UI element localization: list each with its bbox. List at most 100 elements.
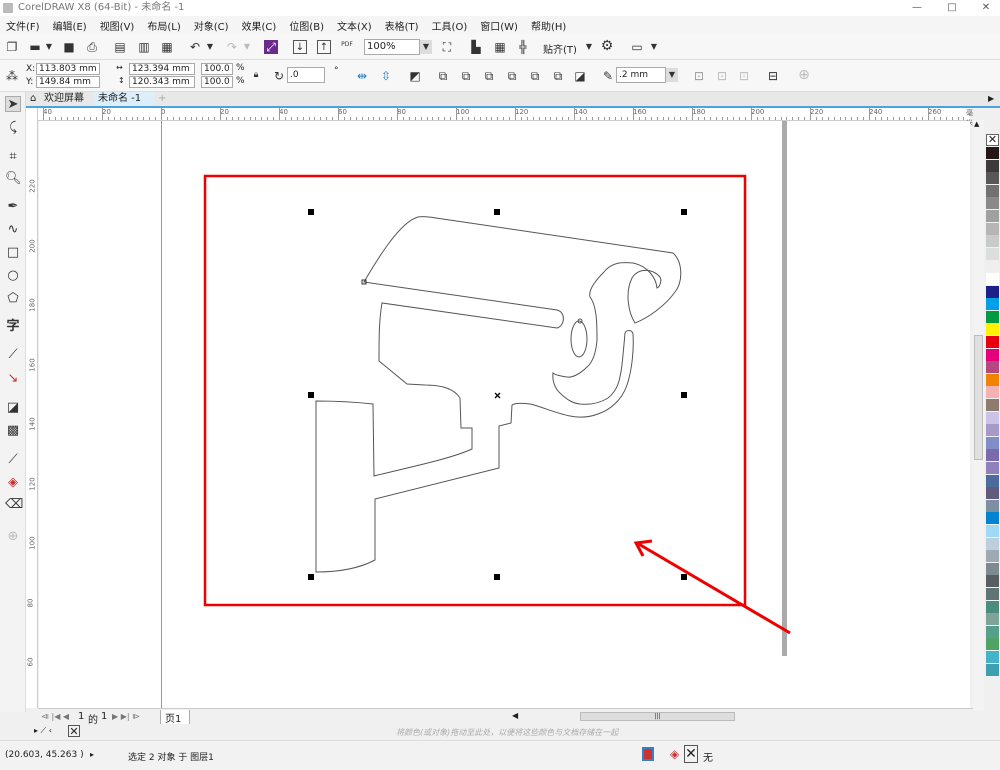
color-swatch[interactable] [986, 147, 999, 159]
menu-tools[interactable]: 工具(O) [432, 18, 468, 33]
eyedropper-icon[interactable]: ⟋ [5, 452, 21, 468]
color-swatch[interactable] [986, 462, 999, 474]
freehand-tool-icon[interactable]: ✒ [5, 199, 21, 215]
page-nav-next-icon[interactable]: ▶ ▶| ⧐ [112, 712, 140, 721]
menu-effects[interactable]: 效果(C) [242, 18, 277, 33]
color-swatch[interactable] [986, 323, 999, 336]
selection-handle[interactable] [308, 574, 314, 580]
chevron-down-icon[interactable]: ▼ [240, 40, 254, 54]
color-swatch[interactable] [986, 411, 999, 424]
rectangle-tool-icon[interactable]: □ [5, 245, 21, 261]
pick-tool-icon[interactable]: ➤ [5, 96, 21, 112]
menu-table[interactable]: 表格(T) [385, 18, 419, 33]
color-swatch[interactable] [986, 474, 999, 487]
connector-tool-icon[interactable]: ↘ [5, 371, 21, 387]
polygon-tool-icon[interactable]: ⬠ [5, 291, 21, 307]
color-swatch[interactable] [986, 487, 999, 500]
paste-icon[interactable]: ▦ [160, 40, 174, 54]
align-distribute-icon[interactable]: ⊟ [766, 69, 780, 83]
import-icon[interactable]: ↓ [293, 40, 307, 54]
menu-edit[interactable]: 编辑(E) [53, 18, 87, 33]
zoom-dropdown-icon[interactable]: ▼ [420, 40, 432, 54]
color-swatch[interactable] [986, 273, 999, 285]
scale-height-field[interactable]: 100.0 [201, 76, 233, 88]
parallel-dimension-icon[interactable]: ⟋ [5, 347, 21, 363]
artistic-media-icon[interactable]: ∿ [5, 222, 21, 238]
drop-shadow-icon[interactable]: ◪ [5, 400, 21, 416]
show-grid-icon[interactable]: ▦ [493, 40, 507, 54]
selection-handle[interactable] [681, 209, 687, 215]
outline-dropdown-icon[interactable]: ▼ [666, 68, 678, 82]
color-swatch[interactable] [986, 386, 999, 399]
selection-handles[interactable] [308, 209, 687, 580]
color-swatch[interactable] [986, 184, 999, 197]
vertical-ruler[interactable]: 220 200 180 160 140 120 100 80 60 [26, 108, 38, 708]
front-minus-back-icon[interactable]: ⧉ [528, 69, 542, 83]
color-swatch[interactable] [986, 310, 999, 323]
zoom-level-field[interactable]: 100% [364, 39, 420, 55]
color-swatch[interactable] [986, 651, 999, 663]
scroll-left-icon[interactable]: ◀ [512, 711, 518, 720]
color-swatch[interactable] [986, 436, 999, 449]
object-origin-icon[interactable]: ⁂ [5, 69, 19, 83]
lock-ratio-icon[interactable]: 🔒︎ [249, 68, 263, 82]
scale-width-field[interactable]: 100.0 [201, 63, 233, 75]
color-swatch[interactable] [986, 336, 999, 348]
color-swatch[interactable] [986, 613, 999, 626]
vertical-scrollbar[interactable]: ▲ [973, 120, 984, 710]
pdf-icon[interactable]: PDF [340, 38, 354, 52]
color-swatch[interactable] [986, 499, 999, 512]
mirror-vertical-icon[interactable]: ⇳ [379, 69, 393, 83]
undo-icon[interactable]: ↶ [188, 40, 202, 54]
application-launcher-icon[interactable]: ▭ [630, 40, 644, 54]
color-swatch[interactable] [986, 197, 999, 210]
color-swatch[interactable] [986, 625, 999, 638]
color-swatch[interactable] [986, 449, 999, 462]
color-swatch[interactable] [986, 525, 999, 537]
color-swatch[interactable] [986, 424, 999, 437]
no-color-swatch[interactable]: ✕ [986, 134, 999, 146]
chevron-down-icon[interactable]: ▼ [42, 40, 56, 54]
color-swatch[interactable] [986, 298, 999, 311]
color-swatch[interactable] [986, 361, 999, 374]
intersect-icon[interactable]: ⧉ [482, 69, 496, 83]
status-arrow-icon[interactable]: ▸ [90, 750, 94, 759]
selection-handle[interactable] [308, 209, 314, 215]
menu-file[interactable]: 文件(F) [6, 18, 40, 33]
color-swatch[interactable] [986, 399, 999, 411]
print-icon[interactable]: ⎙ [85, 40, 99, 54]
color-swatch[interactable] [986, 210, 999, 222]
horizontal-ruler[interactable]: 40 20 0 20 40 60 80 100 120 140 160 180 200 220 240 260… [38, 108, 973, 127]
color-swatch[interactable] [986, 663, 999, 676]
tab-menu-arrow-icon[interactable]: ▶ [988, 92, 994, 106]
color-swatch[interactable] [986, 600, 999, 613]
color-swatch[interactable] [986, 512, 999, 525]
transparency-icon[interactable]: ▩ [5, 423, 21, 439]
selection-handle[interactable] [308, 392, 314, 398]
width-field[interactable]: 123.394 mm [129, 63, 195, 75]
back-minus-front-icon[interactable]: ⧉ [551, 69, 565, 83]
horizontal-scroll-thumb[interactable]: ||| [580, 712, 735, 721]
tab-welcome-screen[interactable]: 欢迎屏幕 [44, 92, 84, 106]
y-position-field[interactable]: 149.84 mm [36, 76, 100, 88]
to-front-icon[interactable]: ⊡ [692, 69, 706, 83]
chevron-down-icon[interactable]: ▼ [647, 40, 661, 54]
create-boundary-icon[interactable]: ◪ [573, 69, 587, 83]
open-icon[interactable]: ▬ [28, 40, 42, 54]
shape-tool-icon[interactable]: ⤹ [5, 120, 21, 136]
menu-text[interactable]: 文本(X) [337, 18, 372, 33]
color-swatch[interactable] [986, 373, 999, 386]
trim-icon[interactable]: ⧉ [459, 69, 473, 83]
color-swatch[interactable] [986, 537, 999, 550]
tab-document[interactable]: 未命名 -1 [94, 92, 154, 106]
copy-icon[interactable]: ▥ [137, 40, 151, 54]
snap-to-dropdown[interactable]: 贴齐(T) [543, 41, 577, 56]
scroll-up-icon[interactable]: ▲ [974, 120, 979, 128]
color-swatch[interactable] [986, 159, 999, 172]
chevron-down-icon[interactable]: ▼ [203, 40, 217, 54]
show-guidelines-icon[interactable]: ╬ [516, 40, 530, 54]
full-screen-icon[interactable]: ⛶ [440, 40, 454, 54]
weld-icon[interactable]: ⧉ [436, 69, 450, 83]
no-color-swatch[interactable]: ✕ [68, 725, 80, 737]
color-swatch[interactable] [986, 222, 999, 235]
